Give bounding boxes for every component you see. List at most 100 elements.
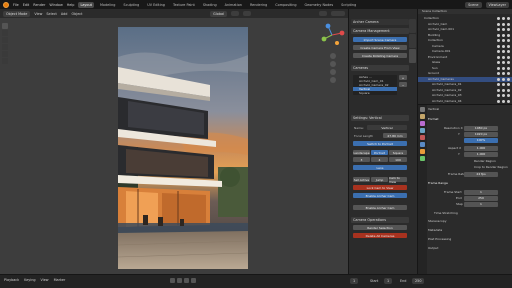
- checkbox-icon[interactable]: [497, 55, 500, 59]
- checkbox-icon[interactable]: [497, 94, 500, 97]
- eye-icon[interactable]: [502, 55, 505, 59]
- camera-view-icon[interactable]: [330, 69, 336, 75]
- camera-name-field[interactable]: Vertical: [367, 125, 407, 130]
- outliner-row[interactable]: Sun: [418, 66, 512, 71]
- checkbox-icon[interactable]: [497, 66, 500, 70]
- view-layer-tab-icon[interactable]: [420, 128, 425, 133]
- outliner-row[interactable]: Archviz_Camera_01: [418, 82, 512, 87]
- frame-step-field[interactable]: 1: [464, 202, 498, 207]
- ratio-width-field[interactable]: 3: [353, 157, 370, 162]
- cursor-tool-icon[interactable]: [2, 30, 8, 36]
- camera-render-icon[interactable]: [507, 94, 510, 97]
- viewport-menu-add[interactable]: Add: [61, 12, 68, 16]
- time-stretching-panel-header[interactable]: Time Stretching: [428, 211, 511, 216]
- lens-button[interactable]: Lens: [353, 165, 407, 170]
- camera-render-icon[interactable]: [507, 99, 510, 103]
- zoom-icon[interactable]: [330, 53, 336, 59]
- enable-archer-cam-toggle[interactable]: Enable Archer Cam: [353, 205, 407, 210]
- sidebar-tab-item[interactable]: [409, 19, 416, 33]
- 3d-viewport[interactable]: Object Mode View Select Add Object Globa…: [0, 9, 348, 274]
- frame-end-field[interactable]: 250: [464, 196, 498, 201]
- frame-start-field[interactable]: 1: [464, 190, 498, 195]
- perspective-toggle-icon[interactable]: [330, 77, 336, 83]
- crop-region-checkbox[interactable]: Crop to Render Region: [428, 165, 511, 170]
- list-item[interactable]: Square: [353, 91, 397, 95]
- camera-operations-header[interactable]: Camera Operations: [351, 217, 409, 223]
- camera-render-icon[interactable]: [507, 66, 510, 70]
- frame-range-panel-header[interactable]: Frame Range: [428, 181, 511, 186]
- outliner-row[interactable]: Collection: [418, 38, 512, 43]
- output-panel-header[interactable]: Output: [428, 246, 511, 251]
- checkbox-icon[interactable]: [497, 17, 500, 20]
- lock-cam-to-view-button[interactable]: Lock Cam to View: [353, 185, 407, 190]
- outliner-row[interactable]: Archviz_Camera_02: [418, 88, 512, 93]
- tool-tab-icon[interactable]: [420, 107, 425, 112]
- menu-render[interactable]: Render: [33, 3, 45, 7]
- proportional-toggle[interactable]: [243, 11, 251, 16]
- frame-rate-dropdown[interactable]: 24 fps: [464, 172, 498, 177]
- timeline-menu-view[interactable]: View: [41, 278, 49, 282]
- eye-icon[interactable]: [502, 88, 505, 92]
- tab-uv-editing[interactable]: UV Editing: [145, 2, 167, 8]
- camera-render-icon[interactable]: [507, 28, 510, 31]
- tab-modeling[interactable]: Modeling: [98, 2, 117, 8]
- camera-data-tab-icon[interactable]: [420, 156, 425, 161]
- tab-compositing[interactable]: Compositing: [273, 2, 298, 8]
- render-selection-button[interactable]: Render Selection: [353, 225, 407, 230]
- transform-tool-icon[interactable]: [2, 58, 8, 64]
- eye-icon[interactable]: [502, 72, 505, 75]
- render-tab-icon[interactable]: [420, 114, 425, 119]
- outliner-row[interactable]: Ground: [418, 71, 512, 76]
- jump-start-icon[interactable]: [170, 278, 175, 283]
- orientation-dropdown[interactable]: Global: [210, 10, 227, 17]
- timeline-start-field[interactable]: 1: [384, 278, 393, 284]
- camera-render-icon[interactable]: [507, 88, 510, 92]
- eye-icon[interactable]: [502, 39, 505, 42]
- import-scene-camera-button[interactable]: Import Scene Camera: [353, 37, 407, 42]
- viewport-menu-view[interactable]: View: [34, 12, 42, 16]
- timeline-menu-marker[interactable]: Marker: [54, 278, 66, 282]
- camera-render-icon[interactable]: [507, 22, 510, 26]
- outliner-row[interactable]: Building: [418, 33, 512, 38]
- timeline-menu-keying[interactable]: Keying: [24, 278, 35, 282]
- checkbox-icon[interactable]: [497, 83, 500, 86]
- create-camera-from-view-button[interactable]: Create Camera From View: [353, 45, 407, 50]
- eye-icon[interactable]: [502, 22, 505, 26]
- eye-icon[interactable]: [502, 17, 505, 20]
- snap-toggle[interactable]: [231, 11, 239, 16]
- play-reverse-icon[interactable]: [177, 278, 182, 283]
- cameras-header[interactable]: Cameras: [351, 65, 409, 71]
- outliner-row[interactable]: Archviz_Cam: [418, 22, 512, 27]
- output-tab-icon[interactable]: [420, 121, 425, 126]
- checkbox-icon[interactable]: [497, 99, 500, 103]
- format-panel-header[interactable]: Format: [428, 117, 511, 122]
- resolution-percent-field[interactable]: 100%: [464, 138, 498, 143]
- jump-view-button[interactable]: Jump: [371, 177, 388, 182]
- eye-icon[interactable]: [502, 94, 505, 97]
- menu-help[interactable]: Help: [67, 3, 75, 7]
- menu-edit[interactable]: Edit: [23, 3, 30, 7]
- eye-icon[interactable]: [502, 61, 505, 64]
- settings-header[interactable]: Settings: Vertical: [351, 115, 409, 121]
- metadata-panel-header[interactable]: Metadata: [428, 228, 511, 233]
- checkbox-icon[interactable]: [497, 88, 500, 92]
- checkbox-icon[interactable]: [497, 61, 500, 64]
- eye-icon[interactable]: [502, 33, 505, 37]
- switch-orientation-button[interactable]: Switch to Portrait: [353, 141, 407, 146]
- object-tab-icon[interactable]: [420, 149, 425, 154]
- select-tool-icon[interactable]: [2, 23, 8, 29]
- add-camera-button[interactable]: +: [399, 75, 407, 80]
- ratio-height-field[interactable]: 4: [371, 157, 388, 162]
- outliner-row[interactable]: Collection: [418, 16, 512, 21]
- camera-management-header[interactable]: Camera Management: [351, 28, 409, 34]
- eye-icon[interactable]: [502, 50, 505, 53]
- mode-dropdown[interactable]: Object Mode: [3, 10, 31, 17]
- navigation-gizmo[interactable]: [318, 21, 346, 49]
- menu-file[interactable]: File: [13, 3, 19, 7]
- aspect-y-field[interactable]: 1.000: [464, 152, 498, 157]
- cam-to-view-button[interactable]: Cam to View: [389, 176, 407, 184]
- camera-render-icon[interactable]: [507, 39, 510, 42]
- camera-render-icon[interactable]: [507, 17, 510, 20]
- scene-tab-icon[interactable]: [420, 135, 425, 140]
- shading-toggle[interactable]: [331, 11, 345, 16]
